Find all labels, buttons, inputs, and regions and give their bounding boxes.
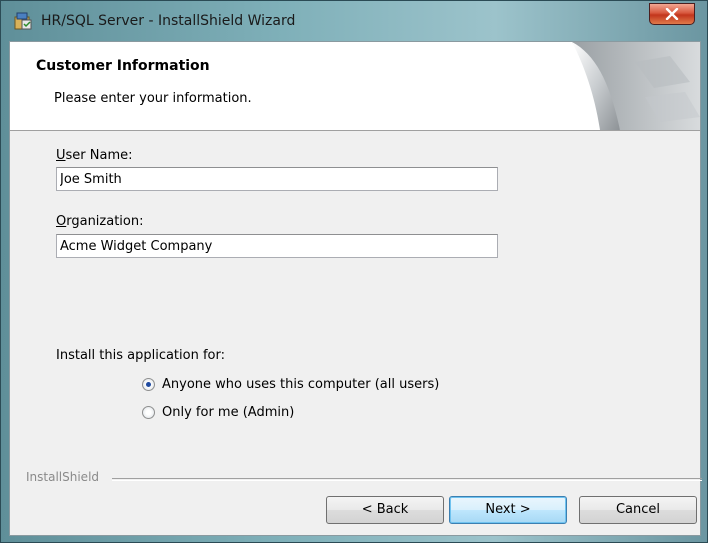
page-title: Customer Information: [36, 58, 210, 74]
installshield-brand: InstallShield: [26, 470, 100, 484]
next-button[interactable]: Next >: [449, 496, 567, 524]
radio-button-all-users[interactable]: [142, 378, 155, 391]
back-button[interactable]: < Back: [326, 496, 444, 524]
organization-input[interactable]: [56, 234, 498, 258]
radio-option-only-me[interactable]: Only for me (Admin): [142, 405, 294, 420]
page-subtitle: Please enter your information.: [54, 91, 252, 106]
user-name-label: User Name:: [56, 148, 133, 163]
page-curl-graphic: [572, 42, 700, 130]
footer-divider: [112, 478, 702, 481]
radio-button-only-me[interactable]: [142, 406, 155, 419]
close-button[interactable]: [649, 3, 695, 25]
title-bar[interactable]: HR/SQL Server - InstallShield Wizard: [1, 1, 707, 43]
radio-label-all-users: Anyone who uses this computer (all users…: [162, 377, 440, 392]
cancel-button[interactable]: Cancel: [579, 496, 697, 524]
radio-label-only-me: Only for me (Admin): [162, 405, 295, 420]
user-name-input[interactable]: [56, 167, 498, 191]
installer-window: HR/SQL Server - InstallShield Wizard Cus…: [0, 0, 708, 543]
window-title: HR/SQL Server - InstallShield Wizard: [41, 13, 296, 29]
header-banner: Customer Information Please enter your i…: [10, 42, 700, 131]
install-for-label: Install this application for:: [56, 348, 225, 363]
organization-label: Organization:: [56, 214, 144, 229]
dialog-client-area: Customer Information Please enter your i…: [9, 41, 702, 536]
close-icon: [665, 8, 679, 20]
radio-option-all-users[interactable]: Anyone who uses this computer (all users…: [142, 377, 439, 392]
installer-app-icon: [14, 12, 32, 30]
